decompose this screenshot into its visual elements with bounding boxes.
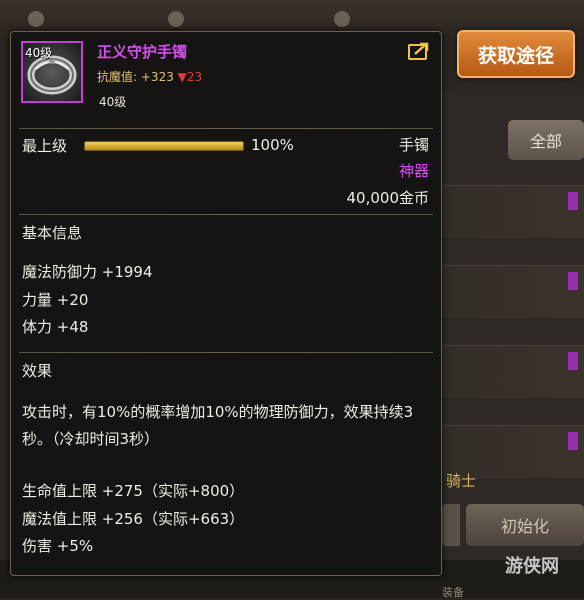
item-type: 手镯	[398, 136, 429, 154]
resist-row: 抗魔值: +323 ▼23	[97, 68, 202, 85]
enhance-progress-bar	[84, 141, 244, 151]
initialize-button[interactable]: 初始化	[466, 504, 584, 546]
item-grade: 神器	[398, 162, 429, 180]
resist-label: 抗魔值:	[97, 70, 138, 84]
effect-stat: 魔法值上限 +256（实际+663）	[22, 510, 245, 528]
enhance-progress-fill	[85, 142, 243, 150]
level-requirement: 40级	[99, 95, 127, 109]
item-price: 40,000金币	[346, 189, 430, 207]
effect-title: 效果	[22, 362, 53, 380]
filter-all-button[interactable]: 全部	[508, 120, 584, 160]
divider	[19, 128, 433, 129]
basic-stat: 力量 +20	[22, 291, 89, 309]
grade-marker	[568, 352, 578, 370]
item-name: 正义守护手镯	[97, 43, 188, 61]
effect-description: 攻击时，有10%的概率增加10%的物理防御力，效果持续3秒。（冷却时间3秒）	[22, 403, 414, 448]
item-tooltip: 40级 正义守护手镯 抗魔值: +323 ▼23 40级 最上级 100% 手镯…	[10, 31, 442, 576]
currency-icon	[28, 11, 44, 27]
basic-info-title: 基本信息	[22, 224, 83, 242]
enhance-percent: 100%	[251, 136, 294, 154]
basic-stat: 魔法防御力 +1994	[22, 263, 153, 281]
grade-marker	[568, 192, 578, 210]
grade-marker	[568, 272, 578, 290]
basic-stat: 体力 +48	[22, 318, 89, 336]
side-button[interactable]	[442, 504, 460, 546]
currency-icon	[334, 11, 350, 27]
resist-value: +323	[140, 70, 174, 84]
watermark-text: 游侠网	[505, 556, 559, 577]
obtain-route-button[interactable]: 获取途径	[457, 30, 575, 78]
resist-change: ▼23	[177, 70, 203, 84]
currency-icon	[168, 11, 184, 27]
item-icon-frame: 40级	[21, 41, 83, 103]
divider	[19, 352, 433, 353]
list-item[interactable]	[442, 265, 584, 318]
watermark: 游侠网	[505, 552, 559, 578]
effect-stat: 伤害 +5%	[22, 537, 94, 555]
divider	[19, 214, 433, 215]
list-item[interactable]	[442, 185, 584, 238]
list-item[interactable]	[442, 345, 584, 398]
level-badge: 40级	[25, 46, 53, 60]
share-icon[interactable]	[408, 42, 430, 60]
grade-marker	[568, 432, 578, 450]
class-label: 骑士	[446, 472, 477, 490]
enhance-label: 最上级	[22, 137, 68, 155]
effect-stat: 生命值上限 +275（实际+800）	[22, 482, 245, 500]
